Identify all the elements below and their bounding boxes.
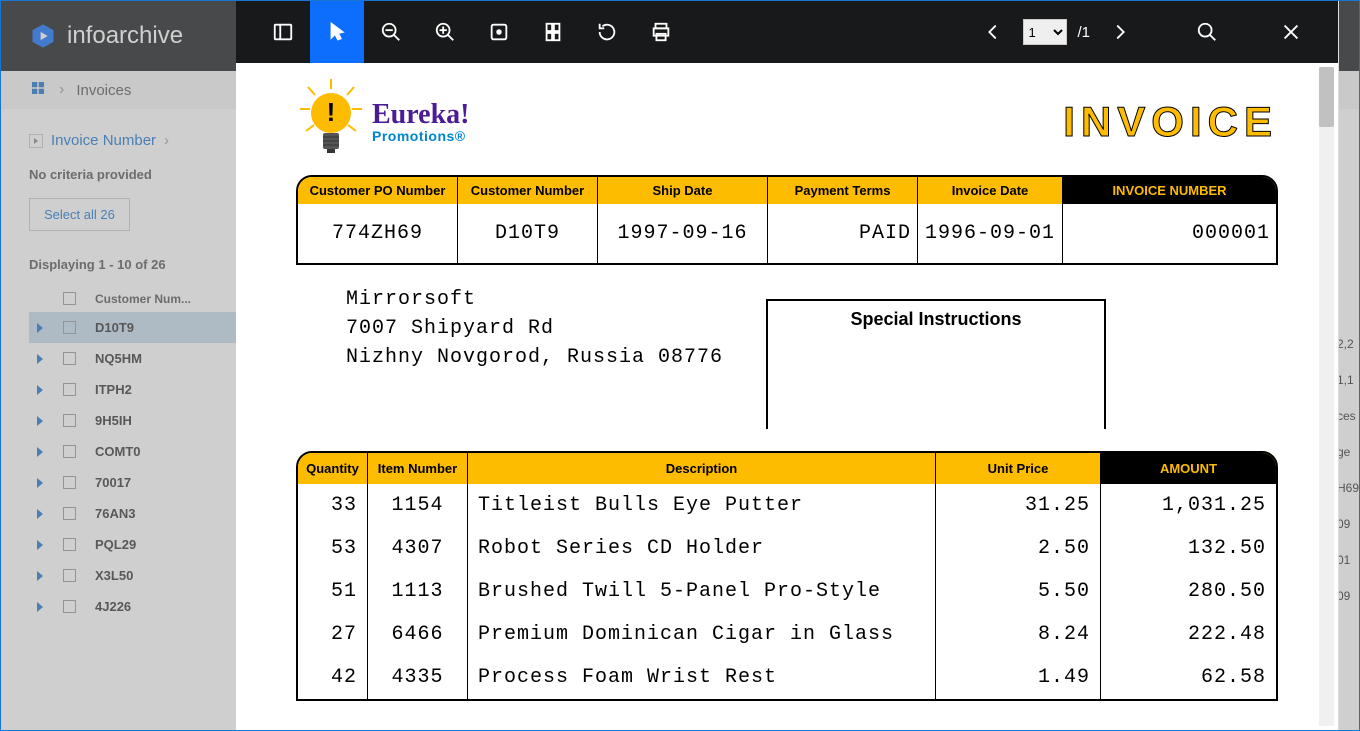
fit-page-button[interactable]	[472, 1, 526, 63]
value-terms: PAID	[768, 204, 918, 263]
lightbulb-icon: !	[296, 79, 366, 165]
svg-text:!: !	[327, 97, 336, 127]
value-ship-date: 1997-09-16	[598, 204, 768, 263]
viewer-toolbar: 1 /1	[236, 1, 1338, 63]
prev-page-button[interactable]	[973, 1, 1013, 63]
rotate-button[interactable]	[580, 1, 634, 63]
header-invoice-date: Invoice Date	[918, 177, 1063, 204]
fit-width-button[interactable]	[526, 1, 580, 63]
brand-name: Eureka!	[372, 100, 470, 129]
brand-tagline: Promotions®	[372, 129, 470, 144]
right-peek: 2,21,1cesgeH69090109	[1337, 326, 1359, 706]
header-terms: Payment Terms	[768, 177, 918, 204]
value-customer: D10T9	[458, 204, 598, 263]
header-customer: Customer Number	[458, 177, 598, 204]
header-invoice-number: INVOICE NUMBER	[1063, 177, 1276, 204]
search-button[interactable]	[1180, 1, 1234, 63]
print-button[interactable]	[634, 1, 688, 63]
value-invoice-date: 1996-09-01	[918, 204, 1063, 263]
pointer-tool-button[interactable]	[310, 1, 364, 63]
zoom-in-button[interactable]	[418, 1, 472, 63]
col-amount: AMOUNT	[1101, 453, 1276, 484]
invoice-title: INVOICE	[1063, 98, 1278, 146]
invoice-meta-table: Customer PO Number Customer Number Ship …	[296, 175, 1278, 265]
zoom-out-button[interactable]	[364, 1, 418, 63]
sidebar-toggle-button[interactable]	[256, 1, 310, 63]
col-qty: Quantity	[298, 453, 368, 484]
special-instructions-box: Special Instructions	[766, 299, 1106, 429]
special-instructions-label: Special Instructions	[776, 309, 1096, 330]
line-item: 276466Premium Dominican Cigar in Glass8.…	[298, 613, 1276, 656]
header-ship-date: Ship Date	[598, 177, 768, 204]
value-po: 774ZH69	[298, 204, 458, 263]
document-viewer: 1 /1 ! Eureka!	[236, 1, 1339, 730]
line-item: 331154Titleist Bulls Eye Putter31.251,03…	[298, 484, 1276, 527]
line-items-table: Quantity Item Number Description Unit Pr…	[296, 451, 1278, 701]
next-page-button[interactable]	[1100, 1, 1140, 63]
header-po: Customer PO Number	[298, 177, 458, 204]
col-item: Item Number	[368, 453, 468, 484]
value-invoice-number: 000001	[1063, 204, 1276, 263]
line-item: 534307Robot Series CD Holder2.50132.50	[298, 527, 1276, 570]
document-area: ! Eureka! Promotions® INVOICE Customer P…	[236, 63, 1338, 730]
close-button[interactable]	[1264, 1, 1318, 63]
invoice-document: ! Eureka! Promotions® INVOICE Customer P…	[236, 63, 1338, 717]
page-navigation: 1 /1	[973, 1, 1140, 63]
line-item: 424335Process Foam Wrist Rest1.4962.58	[298, 656, 1276, 699]
customer-address: Mirrorsoft 7007 Shipyard Rd Nizhny Novgo…	[346, 285, 766, 429]
col-desc: Description	[468, 453, 936, 484]
page-total: /1	[1077, 24, 1090, 41]
line-item: 511113Brushed Twill 5-Panel Pro-Style5.5…	[298, 570, 1276, 613]
vertical-scrollbar[interactable]	[1319, 67, 1334, 726]
col-unit: Unit Price	[936, 453, 1101, 484]
page-select[interactable]: 1	[1023, 19, 1067, 45]
vendor-logo: ! Eureka! Promotions®	[296, 79, 470, 165]
